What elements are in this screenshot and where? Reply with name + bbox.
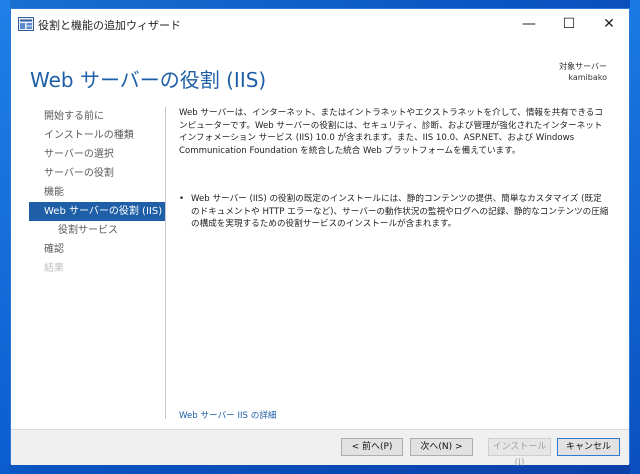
- server-manager-icon: [18, 17, 34, 31]
- bullet-dot-icon: •: [179, 194, 185, 204]
- target-server-label: 対象サーバー: [559, 62, 607, 71]
- nav-item-role-services[interactable]: 役割サービス: [29, 221, 165, 240]
- wizard-header: Web サーバーの役割 (IIS) 対象サーバー kamibako: [11, 39, 629, 99]
- main-panel: Web サーバーは、インターネット、またはイントラネットやエクストラネットを介し…: [179, 107, 609, 421]
- cancel-button[interactable]: キャンセル: [557, 438, 620, 456]
- maximize-button[interactable]: ☐: [549, 9, 589, 39]
- nav-item-server-selection[interactable]: サーバーの選択: [29, 145, 165, 164]
- install-button: インストール(I): [488, 438, 551, 468]
- target-server-name: kamibako: [568, 73, 607, 82]
- content-area: 開始する前に インストールの種類 サーバーの選択 サーバーの役割 機能 Web …: [11, 99, 629, 421]
- nav-item-confirmation[interactable]: 確認: [29, 240, 165, 259]
- close-button[interactable]: ✕: [589, 9, 629, 39]
- nav-item-web-server-role[interactable]: Web サーバーの役割 (IIS): [29, 202, 165, 221]
- desktop-background-left: [0, 0, 10, 474]
- minimize-button[interactable]: —: [509, 9, 549, 39]
- next-button[interactable]: 次へ(N) >: [410, 438, 473, 456]
- nav-item-results: 結果: [44, 263, 64, 274]
- desktop-background-right: [630, 0, 640, 474]
- title-bar[interactable]: 役割と機能の追加ウィザード — ☐ ✕: [11, 9, 629, 39]
- window-title: 役割と機能の追加ウィザード: [38, 19, 181, 32]
- bullet-item: • Web サーバー (IIS) の役割の既定のインストールには、静的コンテンツ…: [179, 193, 609, 231]
- iis-details-link[interactable]: Web サーバー IIS の詳細: [179, 409, 277, 421]
- nav-item-features[interactable]: 機能: [29, 183, 165, 202]
- wizard-footer: < 前へ(P) 次へ(N) > インストール(I) キャンセル: [11, 429, 629, 468]
- page-title: Web サーバーの役割 (IIS): [30, 68, 267, 92]
- wizard-window: 役割と機能の追加ウィザード — ☐ ✕ Web サーバーの役割 (IIS) 対象…: [10, 8, 630, 468]
- nav-item-before-you-begin[interactable]: 開始する前に: [29, 107, 165, 126]
- bullet-text: Web サーバー (IIS) の役割の既定のインストールには、静的コンテンツの提…: [191, 194, 609, 230]
- previous-button[interactable]: < 前へ(P): [341, 438, 403, 456]
- wizard-nav: 開始する前に インストールの種類 サーバーの選択 サーバーの役割 機能 Web …: [29, 107, 166, 419]
- nav-item-server-roles[interactable]: サーバーの役割: [29, 164, 165, 183]
- nav-item-installation-type[interactable]: インストールの種類: [29, 126, 165, 145]
- role-description: Web サーバーは、インターネット、またはイントラネットやエクストラネットを介し…: [179, 108, 603, 156]
